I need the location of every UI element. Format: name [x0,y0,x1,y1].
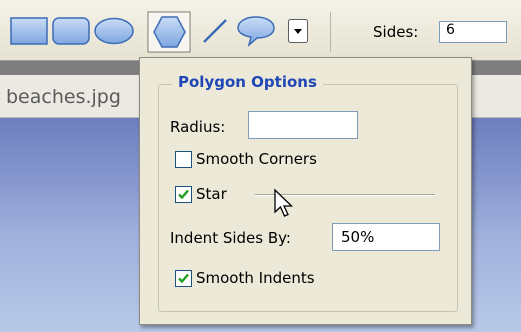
ellipse-tool-icon[interactable] [94,17,134,49]
mouse-pointer-icon [273,188,295,224]
radius-label: Radius: [170,118,226,136]
star-label: Star [196,185,227,203]
star-checkbox[interactable] [175,186,192,203]
checkmark-icon [178,273,189,284]
checkmark-icon [178,189,189,200]
toolbar-separator [330,12,331,52]
smooth-corners-checkbox[interactable] [175,151,192,168]
smooth-indents-checkbox[interactable] [175,270,192,287]
polygon-options-panel: Polygon Options Radius: Smooth Corners S… [139,57,472,325]
geometry-options-dropdown[interactable] [288,19,308,47]
polygon-tool-icon[interactable] [147,11,191,57]
sides-input[interactable]: 6 [439,21,507,43]
custom-shape-tool-icon[interactable] [236,14,276,52]
rounded-rectangle-tool-icon[interactable] [52,17,90,49]
options-toolbar: Sides: 6 [0,0,521,60]
indent-sides-label: Indent Sides By: [170,229,291,247]
sides-label: Sides: [373,23,419,41]
smooth-corners-label: Smooth Corners [196,150,317,168]
rectangle-tool-icon[interactable] [10,17,48,49]
polygon-options-title: Polygon Options [172,73,323,91]
indent-sides-input[interactable]: 50% [332,223,440,251]
smooth-indents-label: Smooth Indents [196,269,315,287]
radius-input[interactable] [248,111,358,139]
line-tool-icon[interactable] [200,16,230,50]
